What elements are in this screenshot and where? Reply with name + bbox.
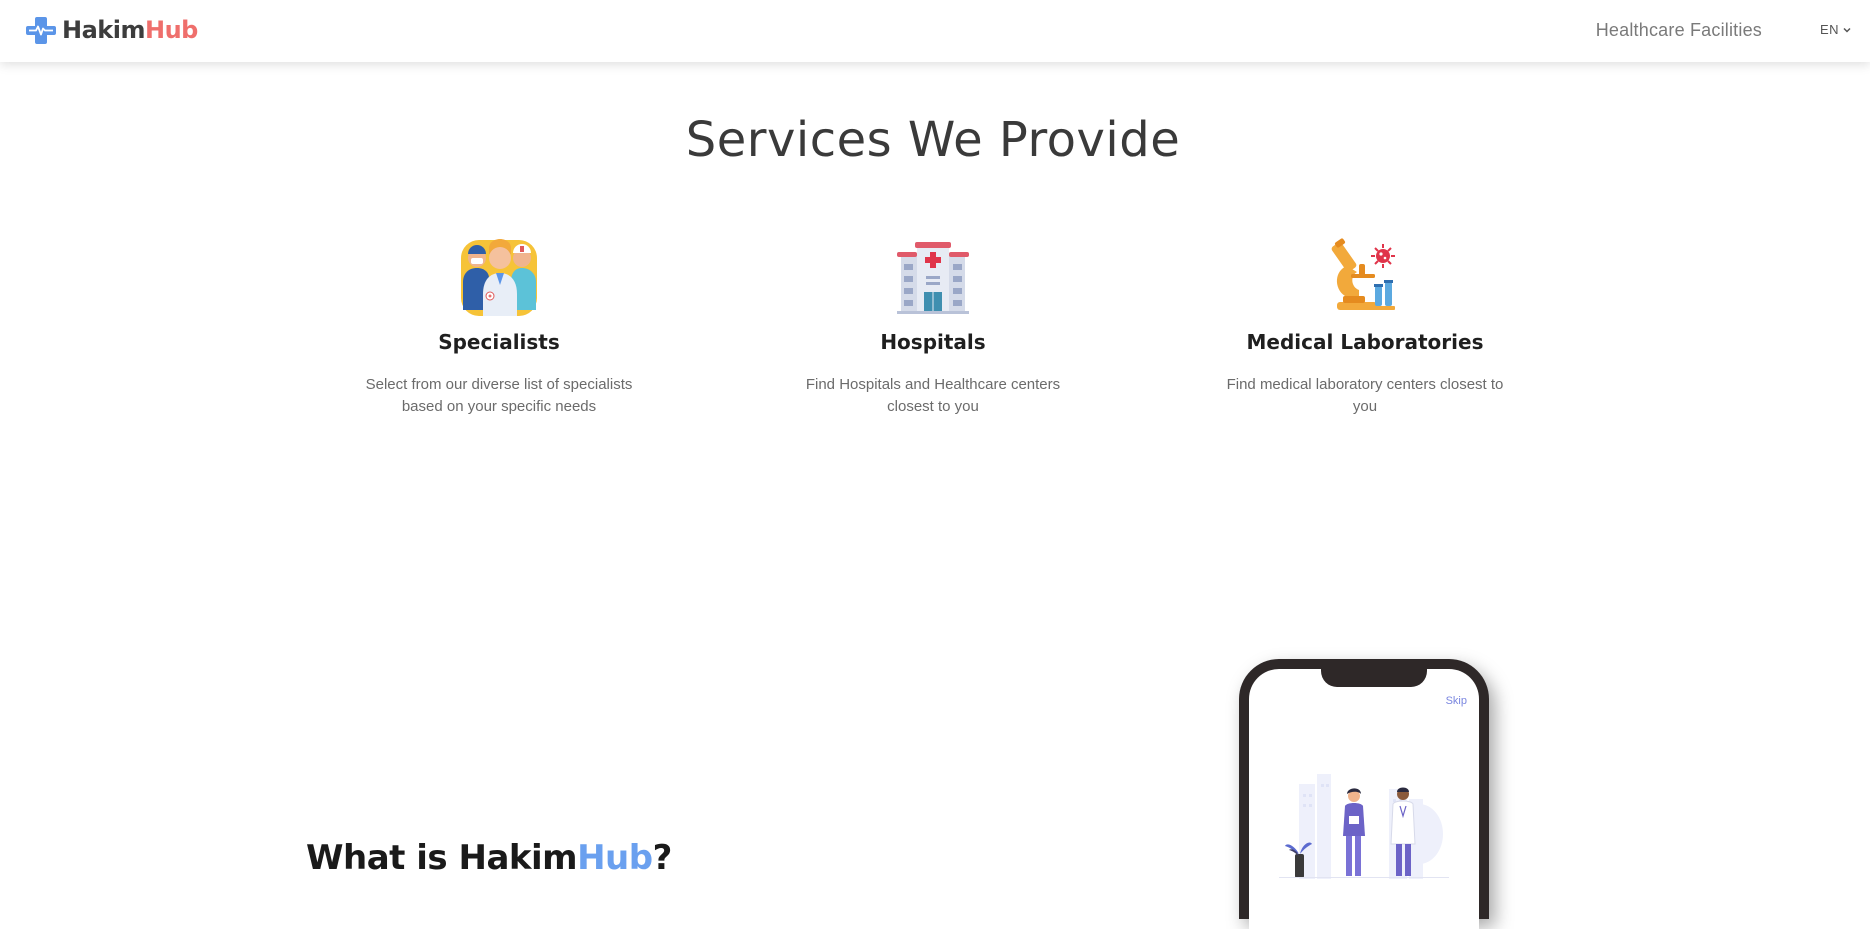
- service-title: Hospitals: [880, 330, 986, 354]
- brand-name: HakimHub: [62, 16, 198, 44]
- service-card-medical-laboratories[interactable]: Medical Laboratories Find medical labora…: [1200, 236, 1530, 418]
- nav-healthcare-facilities[interactable]: Healthcare Facilities: [1596, 20, 1762, 41]
- brand-name-part2: Hub: [144, 16, 198, 44]
- doctors-illustration: [1279, 774, 1449, 879]
- language-label: EN: [1819, 22, 1839, 37]
- about-title-part2: Hub: [577, 838, 653, 878]
- service-title: Medical Laboratories: [1246, 330, 1484, 354]
- service-description: Select from our diverse list of speciali…: [365, 376, 633, 415]
- phone-screen: Skip: [1249, 669, 1479, 929]
- phone-notch: [1321, 669, 1427, 687]
- brand-name-part1: Hakim: [62, 16, 145, 44]
- about-title: What is HakimHub?: [306, 838, 672, 878]
- brand-logo[interactable]: HakimHub: [26, 14, 198, 46]
- about-title-part1: Hakim: [458, 838, 578, 878]
- service-card-hospitals[interactable]: Hospitals Find Hospitals and Healthcare …: [768, 236, 1098, 418]
- top-navbar: HakimHub Healthcare Facilities EN: [0, 0, 1870, 62]
- chevron-down-icon: [1843, 27, 1851, 33]
- service-description: Find Hospitals and Healthcare centers cl…: [805, 376, 1061, 415]
- microscope-icon: [1331, 238, 1395, 310]
- services-title: Services We Provide: [685, 112, 1181, 168]
- language-selector[interactable]: EN: [1820, 22, 1852, 37]
- service-title: Specialists: [438, 330, 560, 354]
- skip-button[interactable]: Skip: [1446, 695, 1467, 707]
- about-title-suffix: ?: [652, 838, 673, 878]
- phone-mockup: Skip: [1239, 659, 1489, 929]
- service-description: Find medical laboratory centers closest …: [1226, 376, 1504, 415]
- about-title-prefix: What is: [306, 838, 459, 878]
- virus-icon: [1371, 244, 1395, 268]
- doctors-group-icon: [461, 239, 537, 316]
- hospital-icon: [897, 242, 969, 314]
- medical-cross-icon: [26, 17, 56, 44]
- service-card-specialists[interactable]: Specialists Select from our diverse list…: [334, 236, 664, 418]
